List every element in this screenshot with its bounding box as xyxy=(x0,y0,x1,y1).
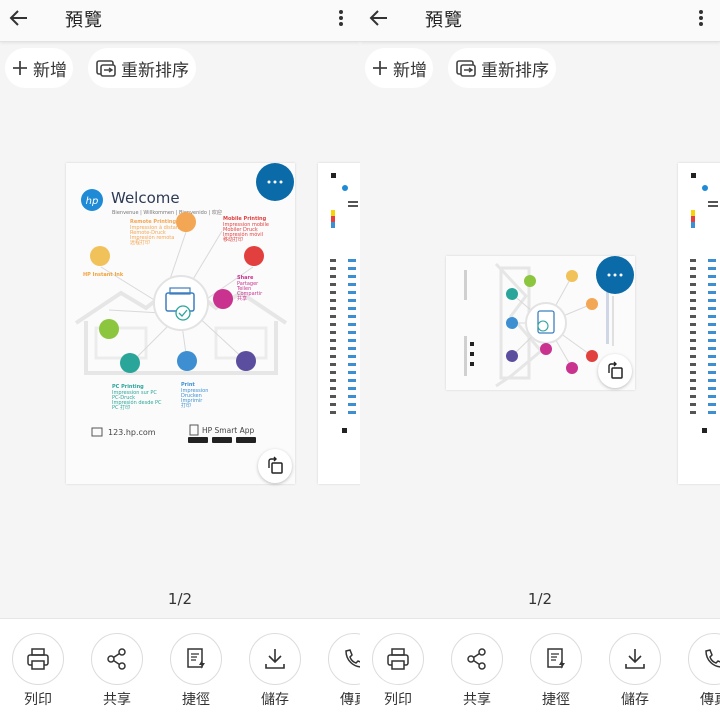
share-feature-icon xyxy=(213,289,233,309)
preview-area[interactable]: hp Welcome Bienvenue | Willkommen | Bien… xyxy=(0,90,360,615)
reorder-label: 重新排序 xyxy=(121,60,189,81)
print-action-label: 列印 xyxy=(384,692,412,708)
printer-icon xyxy=(387,648,409,670)
page-title: 預覽 xyxy=(65,10,103,31)
print-action[interactable]: 列印 xyxy=(8,633,68,709)
rotate-icon xyxy=(608,361,623,379)
reorder-button[interactable]: 重新排序 xyxy=(88,48,196,88)
instant-ink-icon xyxy=(90,246,110,266)
plus-icon xyxy=(11,59,29,77)
page-options-button[interactable] xyxy=(256,163,294,201)
app-bar: 預覽 xyxy=(360,0,720,42)
document-page-1[interactable]: hp Welcome Bienvenue | Willkommen | Bien… xyxy=(66,163,295,484)
fax-icon xyxy=(705,649,720,668)
svg-text:打印: 打印 xyxy=(181,402,191,409)
page-title: 預覽 xyxy=(425,10,463,31)
print-action-label: 列印 xyxy=(24,692,52,708)
welcome-languages: Bienvenue | Willkommen | Bienvenido | 欢迎 xyxy=(112,209,222,216)
download-icon xyxy=(625,649,645,669)
scan-feature-icon xyxy=(236,351,256,371)
shortcut-action-label: 捷徑 xyxy=(182,692,210,708)
preview-area[interactable] xyxy=(360,90,720,615)
hp-logo-text: hp xyxy=(86,196,99,207)
reorder-button[interactable]: 重新排序 xyxy=(448,48,556,88)
fax-action[interactable]: 傳真 xyxy=(684,633,720,709)
app-name-text: HP Smart App xyxy=(202,426,255,435)
overflow-menu-button[interactable] xyxy=(690,3,712,33)
save-action[interactable]: 儲存 xyxy=(245,633,305,709)
page-illustration: hp Welcome Bienvenue | Willkommen | Bien… xyxy=(66,163,295,484)
printer-icon xyxy=(27,648,49,670)
fax-icon xyxy=(345,649,360,668)
save-action-label: 儲存 xyxy=(261,692,289,708)
share-action[interactable]: 共享 xyxy=(447,633,507,709)
mobile-print-icon xyxy=(244,246,264,266)
more-horiz-icon xyxy=(607,273,623,277)
page-counter: 1/2 xyxy=(167,590,193,608)
page-counter: 1/2 xyxy=(527,590,553,608)
page-2-thumbnail xyxy=(690,173,718,433)
back-button[interactable] xyxy=(364,3,394,33)
more-horiz-icon xyxy=(267,180,283,184)
share-icon xyxy=(467,648,486,670)
pc-share-icon xyxy=(99,319,119,339)
add-button[interactable]: 新增 xyxy=(365,48,433,88)
reorder-label: 重新排序 xyxy=(481,60,549,81)
back-arrow-icon xyxy=(9,10,27,26)
page-options-button[interactable] xyxy=(596,256,634,294)
svg-text:远程打印: 远程打印 xyxy=(130,239,150,246)
back-button[interactable] xyxy=(4,3,34,33)
shortcut-action[interactable]: 捷徑 xyxy=(526,633,586,709)
welcome-heading: Welcome xyxy=(111,189,180,207)
svg-text:移动打印: 移动打印 xyxy=(223,236,243,243)
reorder-icon xyxy=(95,58,117,78)
share-icon xyxy=(107,648,126,670)
fax-action-label: 傳真 xyxy=(340,692,360,708)
plus-icon xyxy=(371,59,389,77)
add-button[interactable]: 新增 xyxy=(5,48,73,88)
fax-action-label: 傳真 xyxy=(700,692,720,708)
more-vert-icon xyxy=(339,10,343,26)
share-action-label: 共享 xyxy=(463,692,491,708)
feature-title-ink: HP Instant Ink xyxy=(83,272,124,278)
add-label: 新增 xyxy=(33,60,67,81)
back-arrow-icon xyxy=(369,10,387,26)
fax-action[interactable]: 傳真 xyxy=(324,633,360,709)
bottom-action-bar: 列印 共享 捷徑 儲存 傳真 xyxy=(0,618,360,720)
print-action[interactable]: 列印 xyxy=(368,633,428,709)
document-page-2-peek[interactable] xyxy=(318,163,360,484)
rotate-page-button[interactable] xyxy=(598,354,632,388)
save-action[interactable]: 儲存 xyxy=(605,633,665,709)
share-action-label: 共享 xyxy=(103,692,131,708)
rotate-page-button[interactable] xyxy=(258,449,292,483)
svg-text:PC 打印: PC 打印 xyxy=(112,404,130,411)
reorder-icon xyxy=(455,58,477,78)
bottom-action-bar: 列印 共享 捷徑 儲存 傳真 xyxy=(360,618,720,720)
app-bar: 預覽 xyxy=(0,0,360,42)
download-icon xyxy=(265,649,285,669)
screen-portrait: 預覽 新增 重新排序 hp Welcome Bienvenue | Willko… xyxy=(0,0,360,720)
shortcut-icon xyxy=(187,648,205,669)
pc-print-icon xyxy=(120,353,140,373)
document-page-2-peek[interactable] xyxy=(678,163,720,484)
rotate-icon xyxy=(268,456,283,474)
shortcut-action[interactable]: 捷徑 xyxy=(166,633,226,709)
page-2-thumbnail xyxy=(330,173,358,433)
shortcut-action-label: 捷徑 xyxy=(542,692,570,708)
share-action[interactable]: 共享 xyxy=(87,633,147,709)
shortcut-icon xyxy=(547,648,565,669)
more-vert-icon xyxy=(699,10,703,26)
screen-landscape: 預覽 新增 重新排序 1/2 列印 共享 捷徑 儲存 傳 xyxy=(360,0,720,720)
url-text: 123.hp.com xyxy=(108,428,156,437)
save-action-label: 儲存 xyxy=(621,692,649,708)
print-feature-icon xyxy=(177,351,197,371)
add-label: 新增 xyxy=(393,60,427,81)
overflow-menu-button[interactable] xyxy=(330,3,352,33)
svg-text:共享: 共享 xyxy=(237,295,247,302)
